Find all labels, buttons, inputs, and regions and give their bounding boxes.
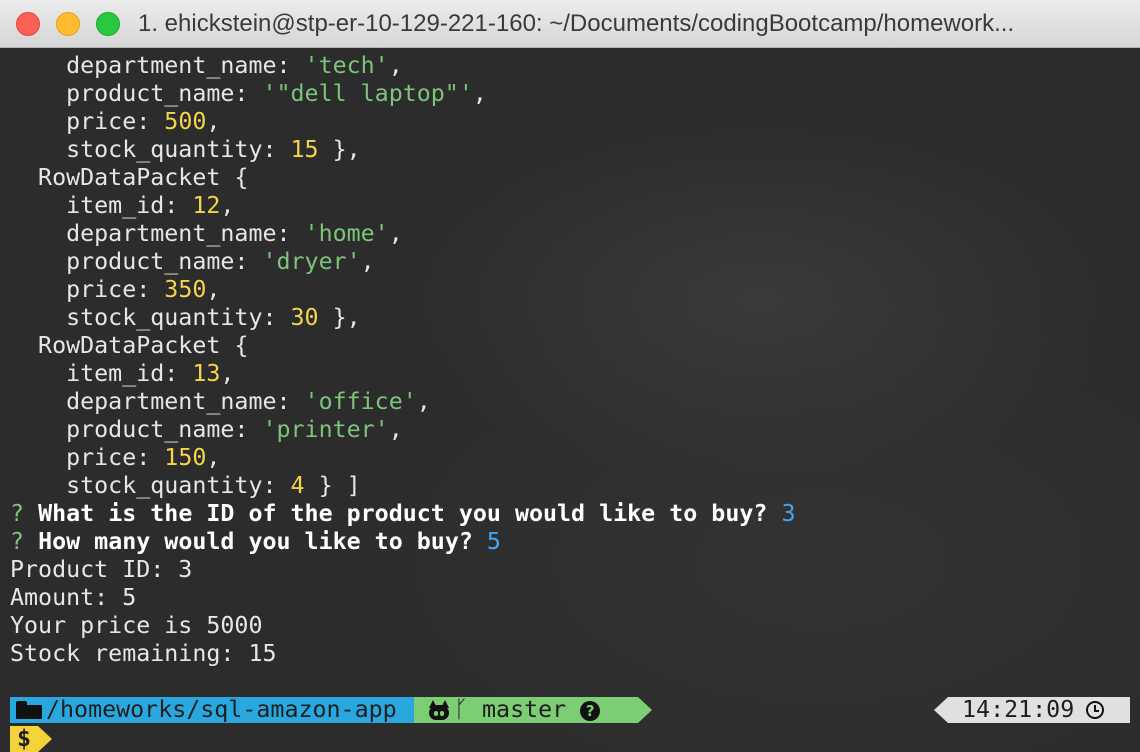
terminal-token: stock_quantity: (10, 472, 291, 499)
terminal-token: , (360, 248, 375, 275)
clock-time: 14:21:09 (962, 696, 1075, 723)
terminal-token: , (388, 416, 403, 443)
terminal-token: , (388, 220, 403, 247)
terminal-token: stock_quantity: (10, 136, 291, 163)
question-circle-icon: ? (580, 701, 601, 721)
terminal-line: RowDataPacket { (10, 332, 795, 360)
terminal-token: 'tech' (304, 52, 389, 79)
terminal-token: Amount: 5 (10, 584, 137, 611)
zoom-button[interactable] (96, 12, 120, 36)
terminal-line: department_name: 'home', (10, 220, 795, 248)
terminal-token: , (220, 192, 235, 219)
terminal-line: department_name: 'tech', (10, 52, 795, 80)
shell-prompt[interactable]: $ (10, 726, 38, 752)
terminal-token: 15 (290, 136, 319, 163)
github-octocat-icon (428, 700, 450, 720)
terminal-line: stock_quantity: 4 } ] (10, 472, 795, 500)
terminal-token: , (220, 360, 235, 387)
terminal-line: price: 500, (10, 108, 795, 136)
terminal-token: 13 (192, 360, 221, 387)
title-bar: 1. ehickstein@stp-er-10-129-221-160: ~/D… (0, 0, 1140, 48)
terminal-window: 1. ehickstein@stp-er-10-129-221-160: ~/D… (0, 0, 1140, 752)
terminal-token: RowDataPacket { (10, 164, 249, 191)
terminal-token: product_name: (10, 416, 263, 443)
terminal-token: item_id: (10, 360, 193, 387)
terminal-token: 12 (192, 192, 221, 219)
terminal-line: Amount: 5 (10, 584, 795, 612)
close-button[interactable] (16, 12, 40, 36)
terminal-token: , (416, 388, 431, 415)
shell-prompt-arrow (38, 726, 52, 752)
git-segment-arrow (638, 697, 652, 723)
terminal-line: Your price is 5000 (10, 612, 795, 640)
terminal-token: 4 (290, 472, 305, 499)
terminal-line: department_name: 'office', (10, 388, 795, 416)
terminal-token: 500 (164, 108, 207, 135)
terminal-token: 30 (290, 304, 319, 331)
terminal-token: Stock remaining: 15 (10, 640, 277, 667)
terminal-line: stock_quantity: 15 }, (10, 136, 795, 164)
terminal-token: ? (10, 500, 39, 527)
current-path: /homeworks/sql-amazon-app (46, 696, 397, 723)
window-title: 1. ehickstein@stp-er-10-129-221-160: ~/D… (138, 10, 1015, 37)
terminal-token: item_id: (10, 192, 193, 219)
terminal-token: department_name: (10, 388, 305, 415)
clock-icon (1086, 701, 1105, 719)
folder-icon (16, 701, 42, 719)
terminal-line: product_name: 'printer', (10, 416, 795, 444)
terminal-line: Stock remaining: 15 (10, 640, 795, 668)
time-segment-arrow (934, 697, 948, 723)
terminal-token: 'office' (304, 388, 417, 415)
terminal-token: Product ID: 3 (10, 556, 193, 583)
terminal-token: , (388, 52, 403, 79)
terminal-token: 'home' (304, 220, 389, 247)
terminal-line: item_id: 13, (10, 360, 795, 388)
terminal-line: ? How many would you like to buy? 5 (10, 528, 795, 556)
terminal-token: 'printer' (262, 416, 389, 443)
terminal-token: 'dryer' (262, 248, 361, 275)
terminal-token: 5 (486, 528, 501, 555)
terminal-token: '"dell laptop"' (262, 80, 473, 107)
git-branch-name: master (482, 696, 567, 723)
terminal-token: , (472, 80, 487, 107)
terminal-line: product_name: '"dell laptop"', (10, 80, 795, 108)
time-segment: 14:21:09 (948, 697, 1130, 723)
terminal-line: item_id: 12, (10, 192, 795, 220)
terminal-token: Your price is 5000 (10, 612, 263, 639)
terminal-line: product_name: 'dryer', (10, 248, 795, 276)
terminal-token: RowDataPacket { (10, 332, 249, 359)
terminal-token: product_name: (10, 80, 263, 107)
terminal-token: What is the ID of the product you would … (38, 500, 782, 527)
minimize-button[interactable] (56, 12, 80, 36)
git-segment: ᚴ master ? (414, 697, 638, 723)
terminal-token: ? (10, 528, 39, 555)
terminal-token: 150 (164, 444, 207, 471)
terminal-line: stock_quantity: 30 }, (10, 304, 795, 332)
terminal-line: Product ID: 3 (10, 556, 795, 584)
terminal-token: department_name: (10, 220, 305, 247)
terminal-token: , (206, 108, 221, 135)
terminal-line: price: 150, (10, 444, 795, 472)
path-segment: /homeworks/sql-amazon-app (10, 697, 414, 723)
terminal-token: stock_quantity: (10, 304, 291, 331)
terminal-token: 3 (781, 500, 796, 527)
terminal-output[interactable]: department_name: 'tech', product_name: '… (10, 52, 795, 668)
terminal-line: price: 350, (10, 276, 795, 304)
terminal-token: department_name: (10, 52, 305, 79)
terminal-line: ? What is the ID of the product you woul… (10, 500, 795, 528)
terminal-line: RowDataPacket { (10, 164, 795, 192)
git-branch-icon: ᚴ (454, 696, 468, 723)
terminal-token: price: (10, 276, 165, 303)
terminal-token: product_name: (10, 248, 263, 275)
terminal-token: }, (318, 136, 361, 163)
terminal-token: , (206, 276, 221, 303)
terminal-token: }, (318, 304, 361, 331)
terminal-token: price: (10, 108, 165, 135)
terminal-token: } ] (304, 472, 361, 499)
terminal-token: 350 (164, 276, 207, 303)
terminal-token: price: (10, 444, 165, 471)
terminal-token: , (206, 444, 221, 471)
terminal-token: How many would you like to buy? (38, 528, 487, 555)
